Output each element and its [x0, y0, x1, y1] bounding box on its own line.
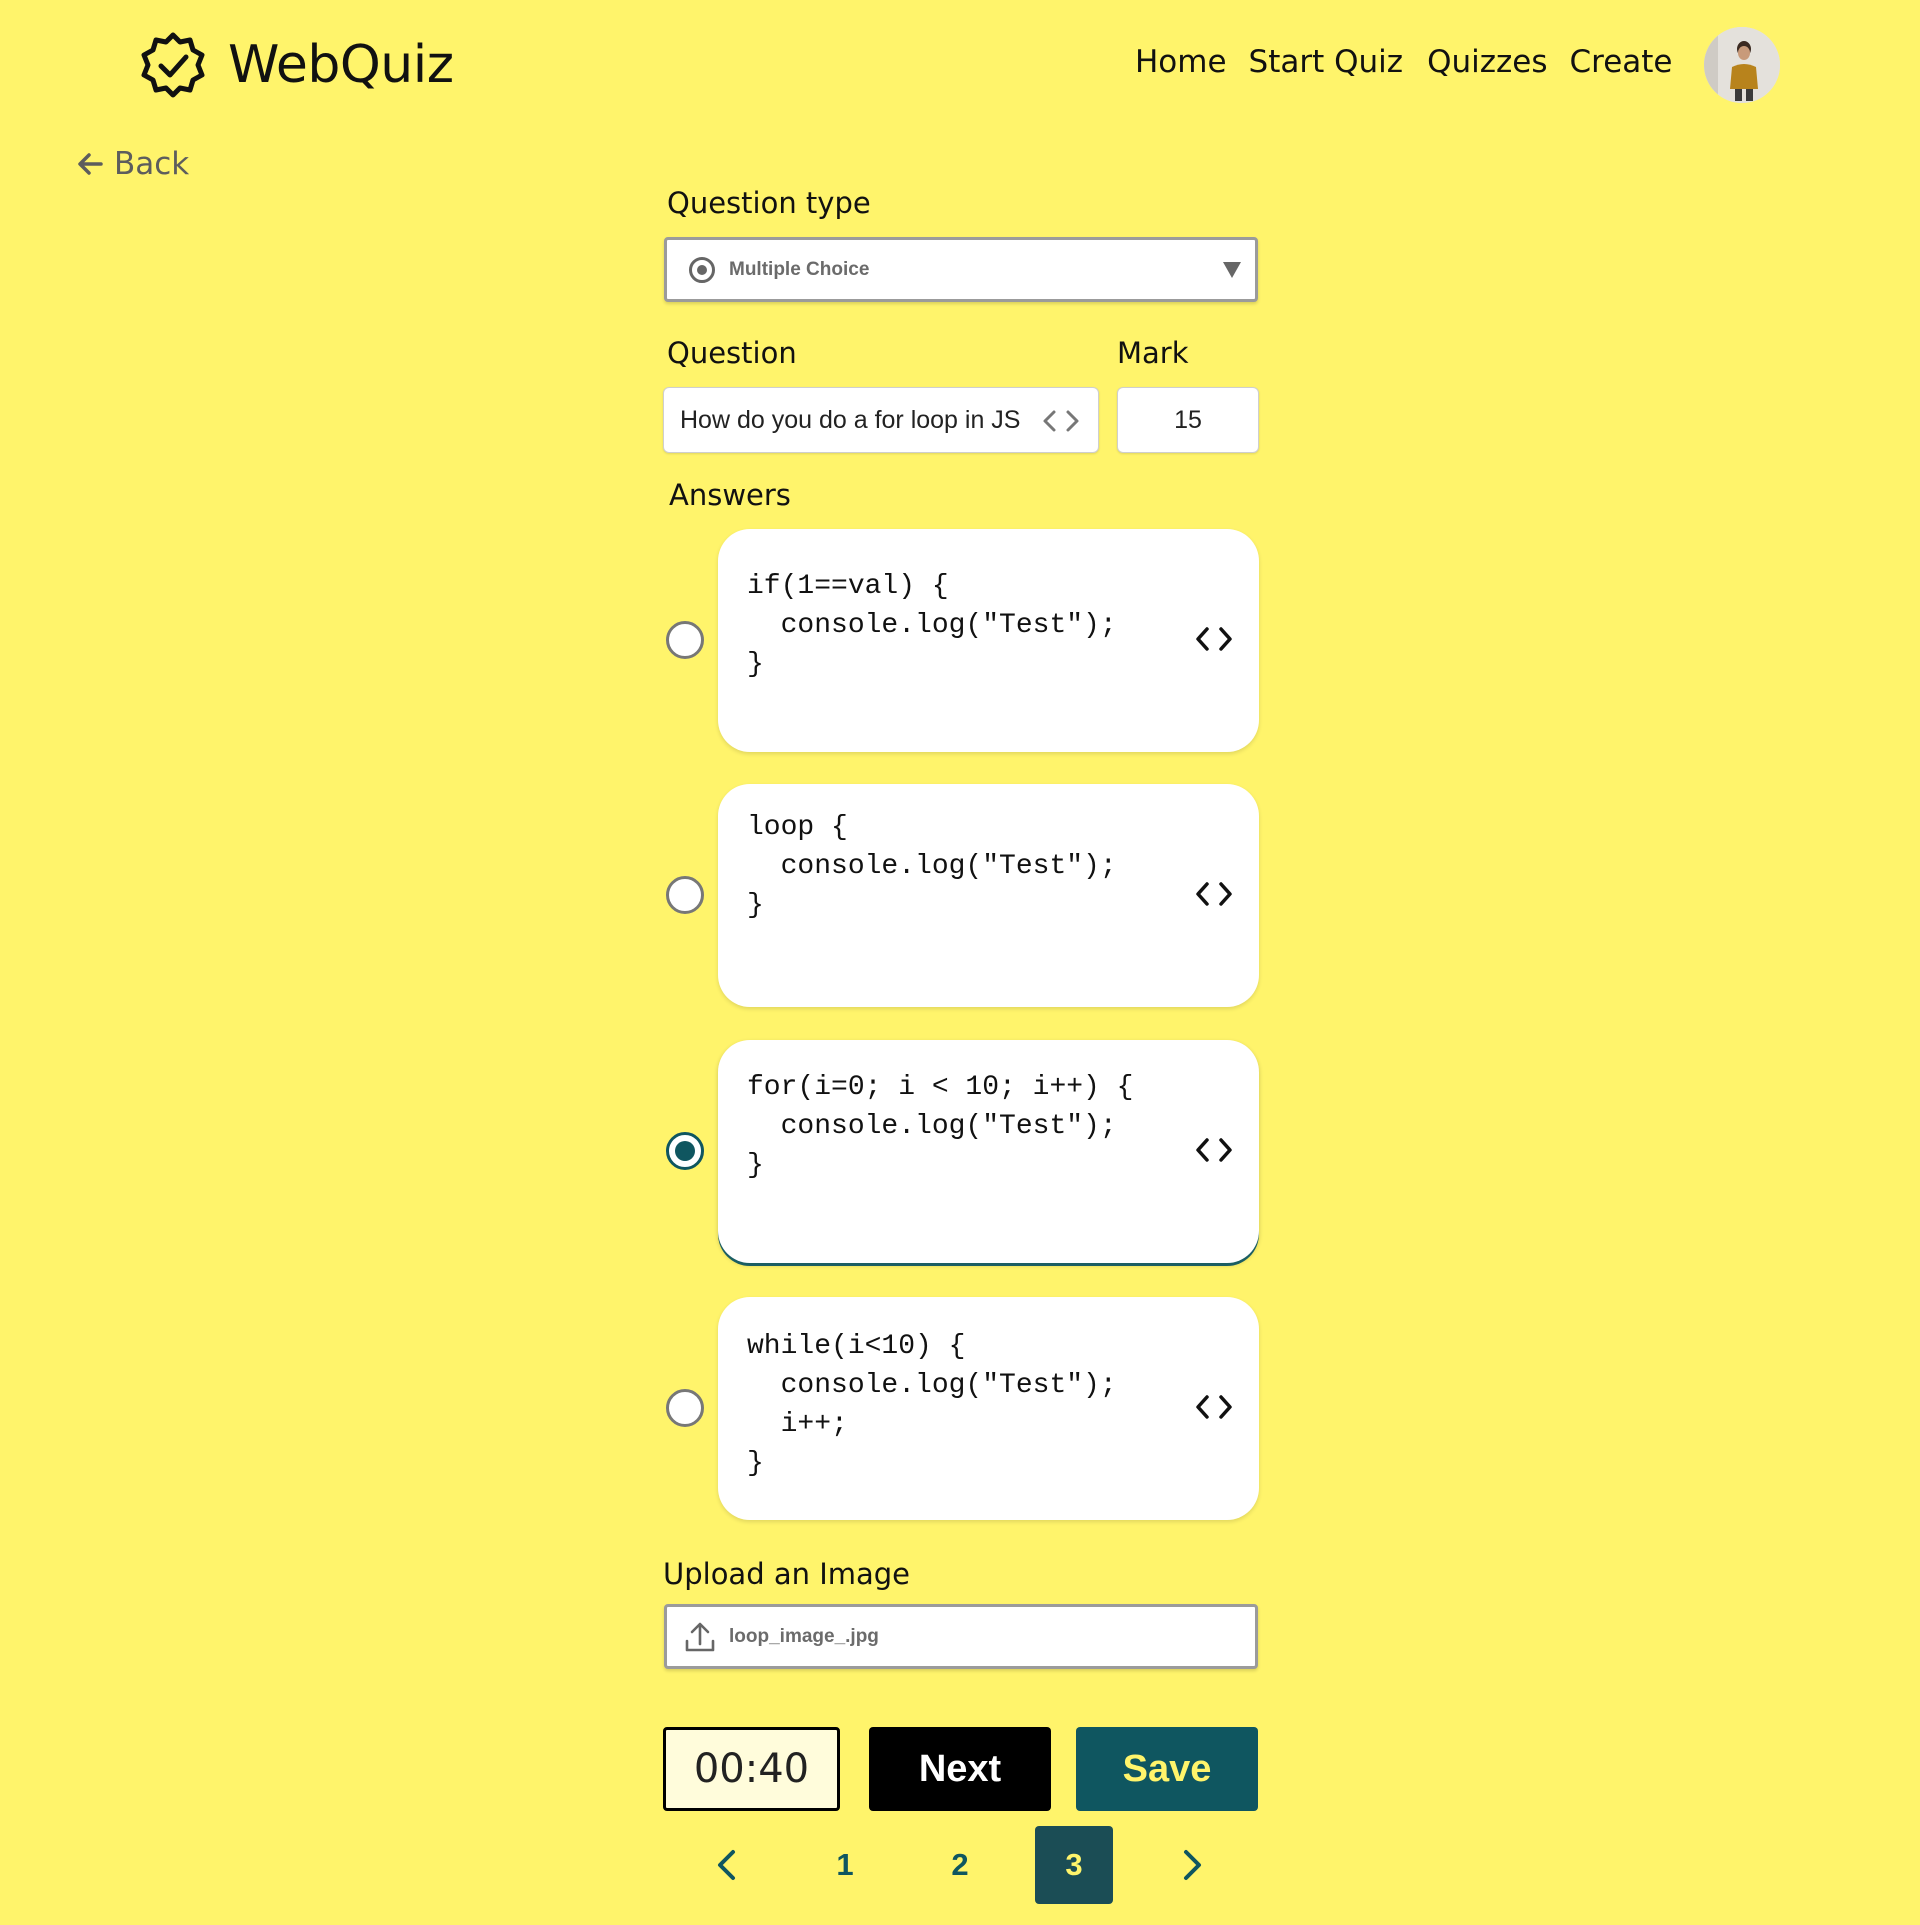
answer-radio-3[interactable]	[666, 1132, 704, 1170]
mark-label: Mark	[1117, 336, 1189, 370]
next-button[interactable]: Next	[869, 1727, 1051, 1811]
back-link[interactable]: Back	[76, 146, 189, 182]
mark-input[interactable]: 15	[1117, 387, 1259, 453]
answer-radio-2[interactable]	[666, 876, 704, 914]
nav-home[interactable]: Home	[1135, 44, 1227, 80]
answer-card-3[interactable]: for(i=0; i < 10; i++) { console.log("Tes…	[718, 1040, 1259, 1263]
code-icon[interactable]	[1193, 625, 1235, 653]
timer: 00:40	[663, 1727, 840, 1811]
back-label: Back	[114, 146, 190, 182]
answer-card-1[interactable]: if(1==val) { console.log("Test"); }	[718, 529, 1259, 752]
mark-value: 15	[1174, 405, 1202, 434]
code-icon[interactable]	[1193, 1393, 1235, 1421]
page-1[interactable]: 1	[806, 1826, 884, 1904]
code-icon[interactable]	[1193, 880, 1235, 908]
arrow-left-icon	[78, 153, 103, 175]
answer-radio-4[interactable]	[666, 1389, 704, 1427]
answers-label: Answers	[669, 478, 791, 512]
question-value: How do you do a for loop in JS	[680, 405, 1021, 434]
question-input[interactable]: How do you do a for loop in JS	[663, 387, 1099, 453]
answer-card-4[interactable]: while(i<10) { console.log("Test"); i++; …	[718, 1297, 1259, 1520]
save-button[interactable]: Save	[1076, 1727, 1258, 1811]
avatar[interactable]	[1704, 27, 1780, 103]
upload-label: Upload an Image	[663, 1557, 911, 1591]
answer-card-2[interactable]: loop { console.log("Test"); }	[718, 784, 1259, 1007]
question-type-select[interactable]: Multiple Choice	[664, 237, 1258, 302]
question-type-label: Question type	[667, 186, 871, 220]
user-photo	[1704, 27, 1780, 103]
question-type-value: Multiple Choice	[729, 258, 870, 280]
radio-icon	[689, 256, 715, 283]
upload-icon	[685, 1622, 715, 1651]
answer-code-1: if(1==val) { console.log("Test"); }	[747, 571, 1117, 680]
answer-code-3: for(i=0; i < 10; i++) { console.log("Tes…	[747, 1072, 1134, 1181]
answer-code-2: loop { console.log("Test"); }	[747, 812, 1117, 921]
prev-page-button[interactable]	[689, 1826, 767, 1904]
nav-create[interactable]: Create	[1570, 44, 1673, 80]
page-2[interactable]: 2	[921, 1826, 999, 1904]
code-icon[interactable]	[1193, 1136, 1235, 1164]
app-name: WebQuiz	[228, 35, 454, 95]
main-nav: Home Start Quiz Quizzes Create	[1135, 44, 1695, 80]
nav-start-quiz[interactable]: Start Quiz	[1249, 44, 1404, 80]
code-icon[interactable]	[1040, 408, 1082, 434]
page-3[interactable]: 3	[1035, 1826, 1113, 1904]
answer-code-4: while(i<10) { console.log("Test"); i++; …	[747, 1331, 1117, 1479]
app-logo[interactable]: WebQuiz	[138, 30, 454, 100]
logo-badge-check-icon	[141, 32, 205, 98]
image-upload-field[interactable]: loop_image_.jpg	[664, 1604, 1258, 1669]
nav-quizzes[interactable]: Quizzes	[1427, 44, 1547, 80]
next-page-button[interactable]	[1152, 1826, 1230, 1904]
pagination: 1 2 3	[0, 1826, 1920, 1904]
upload-filename: loop_image_.jpg	[729, 1625, 879, 1647]
chevron-right-icon	[1184, 1850, 1201, 1880]
chevron-left-icon	[718, 1850, 735, 1880]
answer-radio-1[interactable]	[666, 621, 704, 659]
question-label: Question	[667, 336, 797, 370]
caret-down-icon	[1223, 262, 1241, 278]
